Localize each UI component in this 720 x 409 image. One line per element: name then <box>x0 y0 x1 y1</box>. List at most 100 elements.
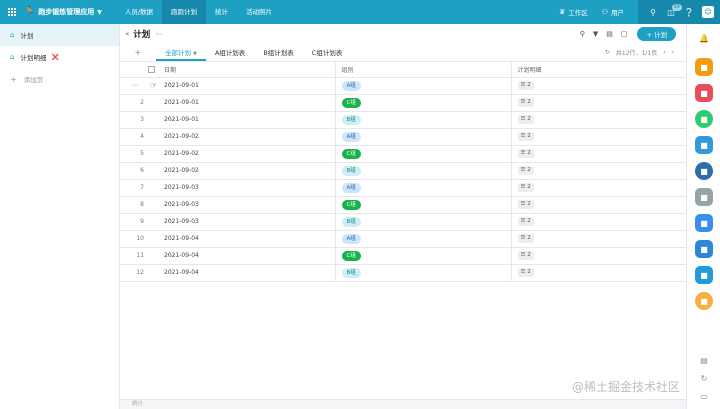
chart-icon[interactable]: ▤ <box>606 30 613 38</box>
app-name[interactable]: 跑步锻炼管理应用 <box>38 7 94 17</box>
tab-group-a[interactable]: A组计划表 <box>206 47 254 61</box>
collapse-sidebar-icon[interactable]: « <box>125 30 129 38</box>
detail-count-chip[interactable]: ☰ 2 <box>517 251 534 260</box>
tab-all-plans[interactable]: 全部计划 ▼ <box>156 47 206 61</box>
column-header-date[interactable]: 日期 <box>162 62 335 78</box>
group-cell[interactable]: C组 <box>334 247 511 265</box>
chevron-down-icon[interactable]: ▼ <box>97 9 102 16</box>
detail-count-chip[interactable]: ☰ 2 <box>517 81 534 90</box>
detail-count-chip[interactable]: ☰ 2 <box>517 149 534 158</box>
next-page-icon[interactable]: › <box>672 49 674 56</box>
detail-count-chip[interactable]: ☰ 2 <box>517 268 534 277</box>
users-link[interactable]: ⚇ 用户 <box>602 7 624 17</box>
collapse-panel-icon[interactable]: ▭ <box>698 392 710 404</box>
detail-cell[interactable]: ☰ 2 <box>510 213 686 231</box>
avatar-app-icon[interactable]: ■ <box>695 292 713 310</box>
column-header-group[interactable]: 组别 <box>334 62 511 78</box>
sidebar-item-plan[interactable]: ⌂ 计划 <box>0 24 119 46</box>
date-cell[interactable]: 2021-09-03 <box>162 196 335 214</box>
add-page-button[interactable]: + 添加页 <box>0 68 119 90</box>
sidebar-item-plan-detail[interactable]: ⌂ 计划明细 ❌ <box>0 46 119 68</box>
detail-count-chip[interactable]: ☰ 2 <box>517 115 534 124</box>
date-cell[interactable]: 2021-09-03 <box>162 179 335 197</box>
table-row[interactable]: 2 2021-09-01 C组 ☰ 2 <box>120 94 686 112</box>
table-row[interactable]: 4 2021-09-02 A组 ☰ 2 <box>120 128 686 146</box>
refresh-icon[interactable]: ↻ <box>698 374 710 386</box>
group-cell[interactable]: A组 <box>334 230 511 248</box>
org-app-icon[interactable]: ■ <box>695 240 713 258</box>
nav-run-plan[interactable]: 跑跑计划 <box>162 0 207 24</box>
tab-group-c[interactable]: C组计划表 <box>303 47 352 61</box>
group-cell[interactable]: C组 <box>334 145 511 163</box>
notice-app-icon[interactable]: ■ <box>695 214 713 232</box>
date-cell[interactable]: 2021-09-02 <box>162 162 335 180</box>
column-header-detail[interactable]: 计划明细 <box>510 62 686 78</box>
orange-app-icon[interactable]: ■ <box>695 58 713 76</box>
detail-cell[interactable]: ☰ 2 <box>510 145 686 163</box>
detail-cell[interactable]: ☰ 2 <box>510 77 686 95</box>
refresh-icon[interactable]: ↻ <box>605 49 610 56</box>
nav-people-data[interactable]: 人员/数据 <box>116 0 162 24</box>
detail-count-chip[interactable]: ☰ 2 <box>517 183 534 192</box>
group-cell[interactable]: A组 <box>334 128 511 146</box>
detail-count-chip[interactable]: ☰ 2 <box>517 200 534 209</box>
table-row[interactable]: 10 2021-09-04 A组 ☰ 2 <box>120 230 686 248</box>
detail-count-chip[interactable]: ☰ 2 <box>517 98 534 107</box>
add-view-icon[interactable]: + <box>120 48 156 61</box>
table-row[interactable]: 3 2021-09-01 B组 ☰ 2 <box>120 111 686 129</box>
search-icon[interactable]: ⚲ <box>646 8 660 17</box>
detail-cell[interactable]: ☰ 2 <box>510 196 686 214</box>
table-row[interactable]: 7 2021-09-03 A组 ☰ 2 <box>120 179 686 197</box>
avatar[interactable]: ☺ <box>702 6 714 18</box>
landscape-app-icon[interactable]: ■ <box>695 110 713 128</box>
date-cell[interactable]: 2021-09-03 <box>162 213 335 231</box>
table-row[interactable]: 8 2021-09-03 C组 ☰ 2 <box>120 196 686 214</box>
date-cell[interactable]: 2021-09-01 <box>162 77 335 95</box>
nav-activity-photos[interactable]: 活动照片 <box>237 0 281 24</box>
row-more-icon[interactable]: ⋯ <box>132 82 138 89</box>
group-cell[interactable]: A组 <box>334 77 511 95</box>
date-cell[interactable]: 2021-09-02 <box>162 145 335 163</box>
detail-cell[interactable]: ☰ 2 <box>510 247 686 265</box>
more-options-icon[interactable]: ⋯ <box>155 30 162 38</box>
group-cell[interactable]: B组 <box>334 264 511 282</box>
detail-count-chip[interactable]: ☰ 2 <box>517 234 534 243</box>
detail-count-chip[interactable]: ☰ 2 <box>517 166 534 175</box>
detail-cell[interactable]: ☰ 2 <box>510 128 686 146</box>
detail-cell[interactable]: ☰ 2 <box>510 179 686 197</box>
table-row[interactable]: 6 2021-09-02 B组 ☰ 2 <box>120 162 686 180</box>
date-cell[interactable]: 2021-09-01 <box>162 94 335 112</box>
group-app-icon[interactable]: ■ <box>695 188 713 206</box>
help-icon[interactable]: ❔ <box>682 8 696 17</box>
app-grid-icon[interactable] <box>8 8 16 16</box>
bell-icon[interactable]: 🔔 <box>698 34 710 46</box>
filter-icon[interactable]: ▼ <box>593 30 598 38</box>
detail-cell[interactable]: ☰ 2 <box>510 162 686 180</box>
nav-statistics[interactable]: 统计 <box>206 0 237 24</box>
detail-cell[interactable]: ☰ 2 <box>510 94 686 112</box>
tab-group-b[interactable]: B组计划表 <box>254 47 302 61</box>
group-cell[interactable]: B组 <box>334 162 511 180</box>
screen-app-icon[interactable]: ■ <box>695 266 713 284</box>
detail-cell[interactable]: ☰ 2 <box>510 111 686 129</box>
workbench-link[interactable]: ♛ 工作区 <box>559 7 588 17</box>
detail-count-chip[interactable]: ☰ 2 <box>517 132 534 141</box>
notification-icon[interactable]: ◫ 99 <box>664 3 682 17</box>
table-row[interactable]: 9 2021-09-03 B组 ☰ 2 <box>120 213 686 231</box>
detail-count-chip[interactable]: ☰ 2 <box>517 217 534 226</box>
date-cell[interactable]: 2021-09-04 <box>162 230 335 248</box>
detail-cell[interactable]: ☰ 2 <box>510 264 686 282</box>
date-cell[interactable]: 2021-09-04 <box>162 264 335 282</box>
group-cell[interactable]: C组 <box>334 94 511 112</box>
date-cell[interactable]: 2021-09-04 <box>162 247 335 265</box>
table-row[interactable]: ⋯ ☞ 2021-09-01 A组 ☰ 2 <box>120 77 686 95</box>
prev-page-icon[interactable]: ‹ <box>663 49 665 56</box>
table-row[interactable]: 5 2021-09-02 C组 ☰ 2 <box>120 145 686 163</box>
table-row[interactable]: 12 2021-09-04 B组 ☰ 2 <box>120 264 686 282</box>
group-cell[interactable]: B组 <box>334 111 511 129</box>
red-app-icon[interactable]: ■ <box>695 84 713 102</box>
table-row[interactable]: 11 2021-09-04 C组 ☰ 2 <box>120 247 686 265</box>
add-plan-button[interactable]: + 计划 <box>637 27 676 41</box>
group-cell[interactable]: B组 <box>334 213 511 231</box>
group-cell[interactable]: A组 <box>334 179 511 197</box>
